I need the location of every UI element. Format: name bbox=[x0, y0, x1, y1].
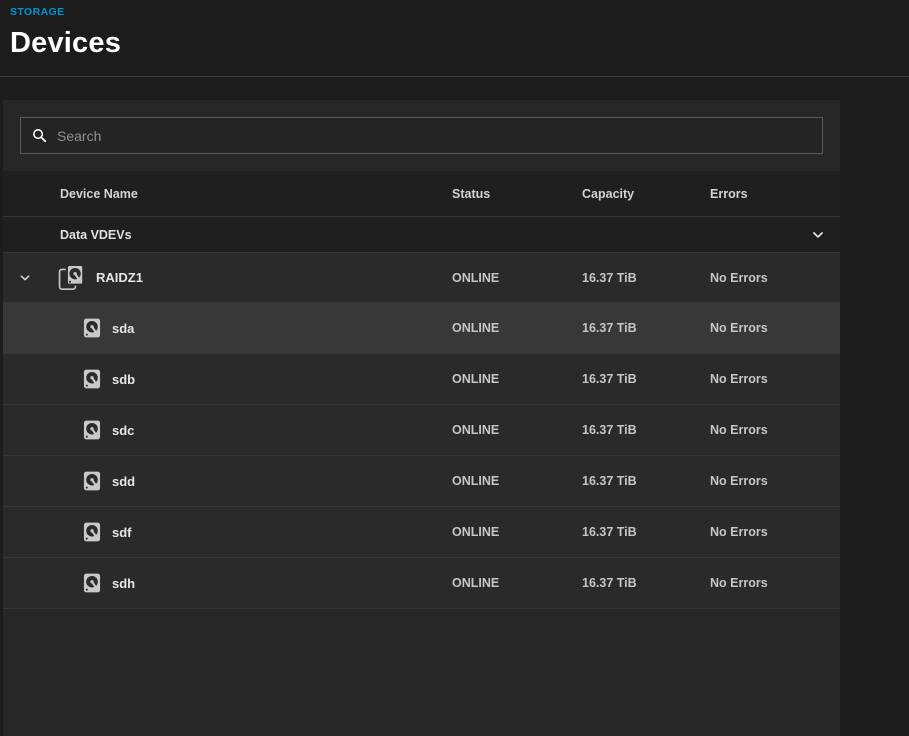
disk-errors: No Errors bbox=[710, 321, 840, 335]
group-row-label: Data VDEVs bbox=[3, 228, 132, 242]
search-icon bbox=[31, 127, 48, 144]
disk-rows-container: sda ONLINE 16.37 TiB No Errors sdb ONLIN… bbox=[3, 303, 840, 609]
disk-name: sdh bbox=[112, 576, 135, 591]
disk-name: sda bbox=[112, 321, 134, 336]
header-divider bbox=[0, 76, 909, 77]
disk-status: ONLINE bbox=[452, 321, 582, 335]
disk-row-sdc[interactable]: sdc ONLINE 16.37 TiB No Errors bbox=[3, 405, 840, 456]
harddisk-icon bbox=[81, 470, 103, 492]
disk-status: ONLINE bbox=[452, 576, 582, 590]
breadcrumb-storage[interactable]: STORAGE bbox=[10, 6, 65, 18]
page-title: Devices bbox=[10, 27, 899, 60]
vdev-row-raidz1[interactable]: RAIDZ1 ONLINE 16.37 TiB No Errors bbox=[3, 253, 840, 303]
column-header-capacity: Capacity bbox=[582, 187, 710, 201]
disk-row-sdb[interactable]: sdb ONLINE 16.37 TiB No Errors bbox=[3, 354, 840, 405]
column-header-status: Status bbox=[452, 187, 582, 201]
disk-capacity: 16.37 TiB bbox=[582, 423, 710, 437]
disk-row-sdh[interactable]: sdh ONLINE 16.37 TiB No Errors bbox=[3, 558, 840, 609]
disk-errors: No Errors bbox=[710, 372, 840, 386]
disk-name: sdd bbox=[112, 474, 135, 489]
search-box[interactable] bbox=[20, 117, 823, 154]
disk-name: sdf bbox=[112, 525, 132, 540]
vdev-capacity: 16.37 TiB bbox=[582, 271, 710, 285]
disk-errors: No Errors bbox=[710, 525, 840, 539]
disk-row-sdd[interactable]: sdd ONLINE 16.37 TiB No Errors bbox=[3, 456, 840, 507]
disk-capacity: 16.37 TiB bbox=[582, 372, 710, 386]
raid-harddisk-stack-icon bbox=[58, 264, 85, 291]
disk-errors: No Errors bbox=[710, 474, 840, 488]
disk-status: ONLINE bbox=[452, 474, 582, 488]
column-header-device-name: Device Name bbox=[3, 187, 452, 201]
search-container bbox=[3, 100, 840, 171]
disk-status: ONLINE bbox=[452, 525, 582, 539]
table-header-row: Device Name Status Capacity Errors bbox=[3, 171, 840, 217]
expander-chevron-down-icon[interactable] bbox=[3, 270, 47, 286]
harddisk-icon bbox=[81, 368, 103, 390]
vdev-name: RAIDZ1 bbox=[96, 270, 143, 285]
vdev-errors: No Errors bbox=[710, 271, 840, 285]
devices-card: Device Name Status Capacity Errors Data … bbox=[3, 100, 840, 736]
harddisk-icon bbox=[81, 419, 103, 441]
disk-name: sdc bbox=[112, 423, 134, 438]
disk-capacity: 16.37 TiB bbox=[582, 525, 710, 539]
search-input[interactable] bbox=[57, 128, 812, 144]
disk-name: sdb bbox=[112, 372, 135, 387]
vdev-status: ONLINE bbox=[452, 271, 582, 285]
disk-row-sda[interactable]: sda ONLINE 16.37 TiB No Errors bbox=[3, 303, 840, 354]
harddisk-icon bbox=[81, 572, 103, 594]
column-header-errors: Errors bbox=[710, 187, 840, 201]
disk-status: ONLINE bbox=[452, 372, 582, 386]
chevron-down-icon[interactable] bbox=[809, 226, 827, 244]
disk-errors: No Errors bbox=[710, 423, 840, 437]
disk-errors: No Errors bbox=[710, 576, 840, 590]
disk-row-sdf[interactable]: sdf ONLINE 16.37 TiB No Errors bbox=[3, 507, 840, 558]
disk-capacity: 16.37 TiB bbox=[582, 321, 710, 335]
disk-capacity: 16.37 TiB bbox=[582, 576, 710, 590]
disk-capacity: 16.37 TiB bbox=[582, 474, 710, 488]
harddisk-icon bbox=[81, 317, 103, 339]
harddisk-icon bbox=[81, 521, 103, 543]
group-row-data-vdevs[interactable]: Data VDEVs bbox=[3, 217, 840, 253]
page-header: STORAGE Devices bbox=[0, 0, 909, 60]
disk-status: ONLINE bbox=[452, 423, 582, 437]
